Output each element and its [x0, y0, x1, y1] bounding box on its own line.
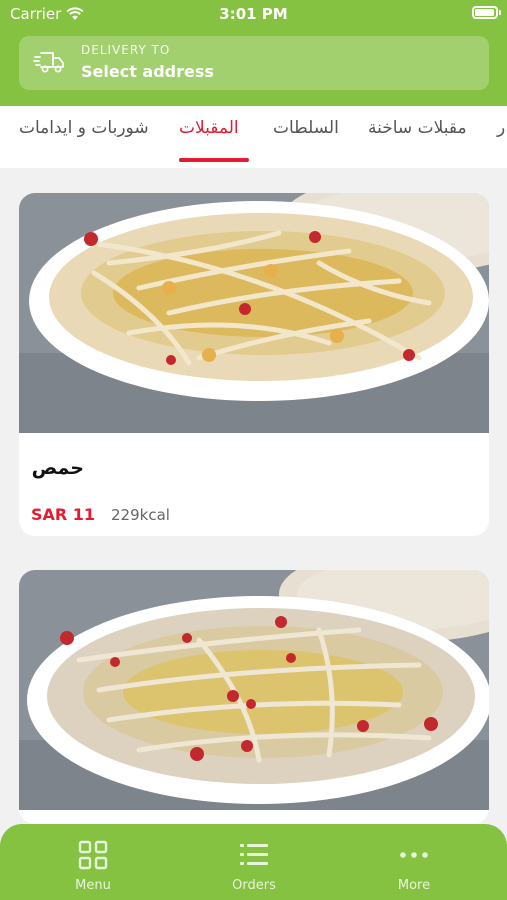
status-time: 3:01 PM [219, 5, 288, 23]
menu-item-card[interactable] [19, 570, 489, 824]
menu-item-card[interactable]: حمص SAR 11 229kcal [19, 193, 489, 536]
hummus-image [19, 193, 489, 433]
tab-appetizers[interactable]: المقبلات [179, 118, 239, 138]
nav-menu-label: Menu [75, 878, 111, 893]
list-icon [240, 844, 268, 865]
tab-salads[interactable]: السلطات [273, 118, 339, 138]
menu-item-name: حمص [31, 457, 84, 479]
nav-more-label: More [397, 878, 431, 893]
grid-icon [78, 840, 108, 870]
nav-menu[interactable]: Menu [8, 824, 178, 900]
active-tab-indicator [179, 158, 249, 162]
status-bar: Carrier 3:01 PM [0, 0, 507, 28]
delivery-address-selector[interactable]: DELIVERY TO Select address [19, 36, 489, 90]
nav-more[interactable]: More [329, 824, 499, 900]
nav-orders-label: Orders [232, 878, 276, 893]
nav-orders[interactable]: Orders [169, 824, 339, 900]
bottom-navigation: Menu Orders More [0, 824, 507, 900]
menu-item-price: SAR 11 [31, 505, 96, 524]
tab-hot-appetizers[interactable]: مقبلات ساخنة [368, 118, 467, 138]
tab-cut-off[interactable]: ر [497, 118, 505, 138]
app-header: Carrier 3:01 PM DELIVERY TO Select addre… [0, 0, 507, 106]
category-tabs: ر مقبلات ساخنة السلطات المقبلات شوربات و… [0, 106, 507, 168]
delivery-address-value: Select address [81, 62, 214, 81]
battery-icon [472, 6, 501, 19]
moutabal-image [19, 570, 489, 810]
delivery-truck-icon [33, 52, 64, 73]
more-dots-icon [400, 852, 428, 858]
delivery-label: DELIVERY TO [81, 43, 171, 57]
menu-item-calories: 229kcal [111, 506, 170, 524]
tab-soups-and-stews[interactable]: شوربات و ايدامات [19, 118, 149, 138]
